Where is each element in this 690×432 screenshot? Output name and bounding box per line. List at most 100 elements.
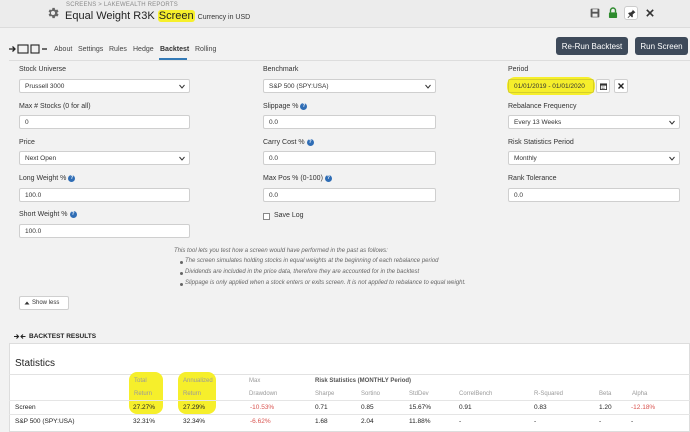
slippage-input[interactable]: 0.0 [263, 115, 436, 129]
tab-backtest[interactable]: Backtest [160, 46, 189, 53]
cell-correlbench: - [459, 418, 462, 425]
cell-drawdown: -10.53% [250, 404, 275, 411]
row-name: S&P 500 (SPY:USA) [15, 418, 75, 425]
period-label: Period [508, 66, 529, 73]
tab-settings[interactable]: Settings [78, 46, 103, 53]
benchmark-value: S&P 500 (SPY:USA) [269, 82, 329, 90]
clear-period-icon[interactable] [614, 79, 628, 93]
period-input[interactable]: 01/01/2019 - 01/01/2020 [508, 79, 594, 93]
price-select[interactable]: Next Open [19, 151, 190, 165]
caret-up-icon [24, 301, 30, 305]
cell-correlbench: 0.91 [459, 404, 472, 411]
slippage-label-text: Slippage % [263, 103, 299, 110]
help-icon[interactable]: ? [300, 103, 308, 110]
collapse-arrows-icon [14, 334, 26, 339]
cell-stddev: 11.88% [409, 418, 431, 425]
cell-drawdown: -6.62% [250, 418, 271, 425]
rerun-backtest-button[interactable]: Re-Run Backtest [556, 37, 628, 55]
gear-icon[interactable] [46, 6, 60, 20]
carry-cost-input[interactable]: 0.0 [263, 151, 436, 165]
lock-icon[interactable] [606, 6, 620, 20]
top-bar: SCREENS > LAKEWEALTH REPORTS Equal Weigh… [0, 0, 690, 28]
header-sharpe: Sharpe [315, 391, 335, 397]
stock-universe-select[interactable]: Prussell 3000 [19, 79, 190, 93]
breadcrumb[interactable]: SCREENS > LAKEWEALTH REPORTS [66, 2, 178, 8]
max-stocks-label: Max # Stocks (0 for all) [19, 103, 91, 110]
short-weight-label: Short Weight %? [19, 211, 77, 218]
cell-sharpe: 0.71 [315, 404, 328, 411]
info-bullet: Dividends are included in the price data… [185, 269, 420, 275]
save-icon[interactable] [588, 6, 602, 20]
tab-rolling[interactable]: Rolling [195, 46, 216, 53]
header-total: Total [134, 378, 147, 384]
title-main: Equal Weight R3K [65, 10, 158, 22]
header-drawdown: Drawdown [249, 391, 278, 397]
chevron-down-icon [669, 120, 675, 125]
max-pos-input[interactable]: 0.0 [263, 188, 436, 202]
max-pos-label: Max Pos % (0-100)? [263, 175, 332, 182]
rank-tolerance-label: Rank Tolerance [508, 175, 557, 182]
cell-annualized-return: 32.34% [183, 418, 206, 425]
page-title: Equal Weight R3K Screen Currency in USD [65, 10, 250, 22]
cell-rsquared: 0.83 [534, 404, 547, 411]
tab-rules[interactable]: Rules [109, 46, 127, 53]
save-log-label[interactable]: Save Log [274, 212, 304, 219]
carry-cost-label: Carry Cost %? [263, 139, 314, 146]
benchmark-select[interactable]: S&P 500 (SPY:USA) [263, 79, 436, 93]
row-divider [9, 414, 690, 415]
currency-label: Currency in USD [197, 14, 251, 21]
stock-universe-label: Stock Universe [19, 66, 67, 73]
risk-period-label: Risk Statistics Period [508, 139, 574, 146]
statistics-title: Statistics [15, 358, 56, 369]
help-icon[interactable]: ? [324, 175, 332, 182]
header-annualized-return: Return [183, 391, 202, 397]
info-bullet: Slippage is only applied when a stock en… [185, 280, 466, 286]
header-max: Max [249, 378, 261, 384]
header-total-return: Return [134, 391, 153, 397]
header-correlbench: CorrelBench [459, 391, 493, 397]
close-icon[interactable] [643, 6, 657, 20]
tab-hedge[interactable]: Hedge [133, 46, 154, 53]
tab-about[interactable]: About [54, 46, 72, 53]
info-bullet: The screen simulates holding stocks in e… [185, 258, 439, 264]
max-pos-label-text: Max Pos % (0-100) [263, 175, 323, 182]
short-weight-input[interactable]: 100.0 [19, 224, 190, 238]
save-log-checkbox[interactable] [263, 213, 270, 220]
help-icon[interactable]: ? [306, 139, 314, 146]
cell-beta: - [599, 418, 602, 425]
run-screen-button[interactable]: Run Screen [635, 37, 688, 55]
short-weight-label-text: Short Weight % [19, 211, 68, 218]
cell-alpha: - [631, 418, 634, 425]
info-bullet-dot [180, 272, 183, 275]
row-name: Screen [15, 404, 36, 411]
stock-universe-value: Prussell 3000 [25, 82, 65, 90]
risk-period-value: Monthly [514, 154, 537, 162]
pin-icon[interactable] [624, 6, 638, 20]
header-risk-stats: Risk Statistics (MONTHLY Period) [315, 378, 412, 384]
price-label: Price [19, 139, 35, 146]
show-less-label: Show less [32, 300, 60, 306]
results-panel [9, 343, 690, 432]
chevron-down-icon [425, 84, 431, 89]
header-rsquared: R-Squared [534, 391, 564, 397]
max-stocks-input[interactable]: 0 [19, 115, 190, 129]
price-value: Next Open [25, 154, 57, 162]
info-intro: This tool lets you test how a screen wou… [174, 248, 388, 254]
header-stddev: StdDev [409, 391, 429, 397]
help-icon[interactable]: ? [69, 211, 77, 218]
rebalance-select[interactable]: Every 13 Weeks [508, 115, 680, 129]
show-less-button[interactable]: Show less [19, 296, 69, 310]
risk-period-select[interactable]: Monthly [508, 151, 680, 165]
cell-sortino: 2.04 [361, 418, 374, 425]
rank-tolerance-input[interactable]: 0.0 [508, 188, 680, 202]
chevron-down-icon [179, 156, 185, 161]
backtest-results-header[interactable]: BACKTEST RESULTS [14, 333, 96, 340]
long-weight-label-text: Long Weight % [19, 175, 67, 182]
long-weight-input[interactable]: 100.0 [19, 188, 190, 202]
layout-toggle-icon[interactable] [9, 44, 47, 54]
title-highlight: Screen [157, 10, 195, 22]
long-weight-label: Long Weight %? [19, 175, 76, 182]
help-icon[interactable]: ? [68, 175, 76, 182]
rebalance-label: Rebalance Frequency [508, 103, 577, 110]
calendar-icon[interactable] [596, 79, 610, 93]
